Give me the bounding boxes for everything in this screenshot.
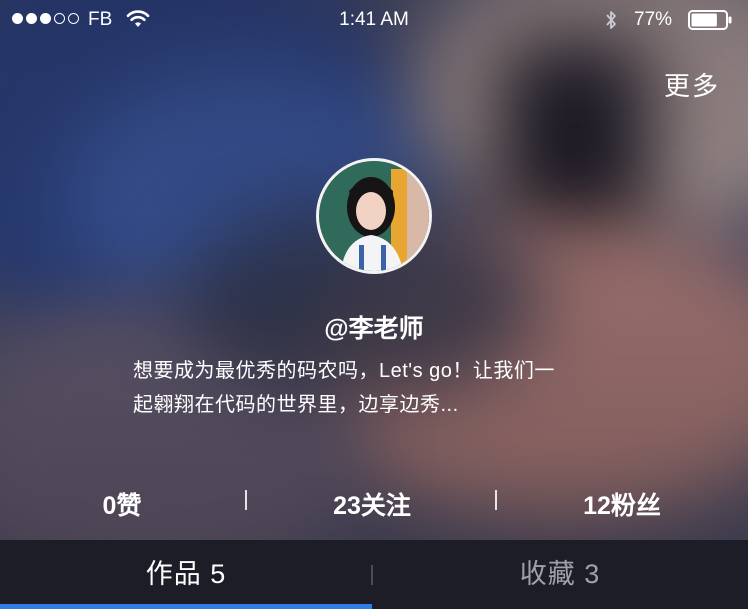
bio-line: 想要成为最优秀的码农吗，Let's go！让我们一 [133, 360, 555, 382]
bio: 想要成为最优秀的码农吗，Let's go！让我们一 起翱翔在代码的世界里，边享边… [133, 354, 653, 422]
content-tabs: 作品 5 收藏 3 [0, 540, 748, 609]
tab-works[interactable]: 作品 5 [0, 540, 372, 609]
username: @李老师 [324, 315, 424, 343]
avatar-photo [319, 161, 429, 271]
stats-bar: 0赞 23关注 12粉丝 [0, 480, 748, 522]
avatar[interactable] [316, 158, 432, 274]
following-count[interactable]: 23关注 [272, 486, 472, 522]
tab-divider [371, 565, 373, 585]
bio-line: 起翱翔在代码的世界里，边享边秀... [133, 394, 459, 416]
battery-percent: 77% [634, 9, 673, 30]
status-bar: FB 1:41 AM 77% [0, 0, 748, 40]
bluetooth-icon [606, 11, 616, 29]
stats-divider [495, 490, 497, 510]
battery-icon [688, 10, 732, 30]
stats-divider [245, 490, 247, 510]
active-tab-indicator [0, 604, 372, 609]
followers-count[interactable]: 12粉丝 [522, 486, 722, 522]
tab-favorites[interactable]: 收藏 3 [374, 540, 746, 609]
likes-count[interactable]: 0赞 [22, 486, 222, 522]
more-button[interactable]: 更多 [664, 66, 720, 103]
